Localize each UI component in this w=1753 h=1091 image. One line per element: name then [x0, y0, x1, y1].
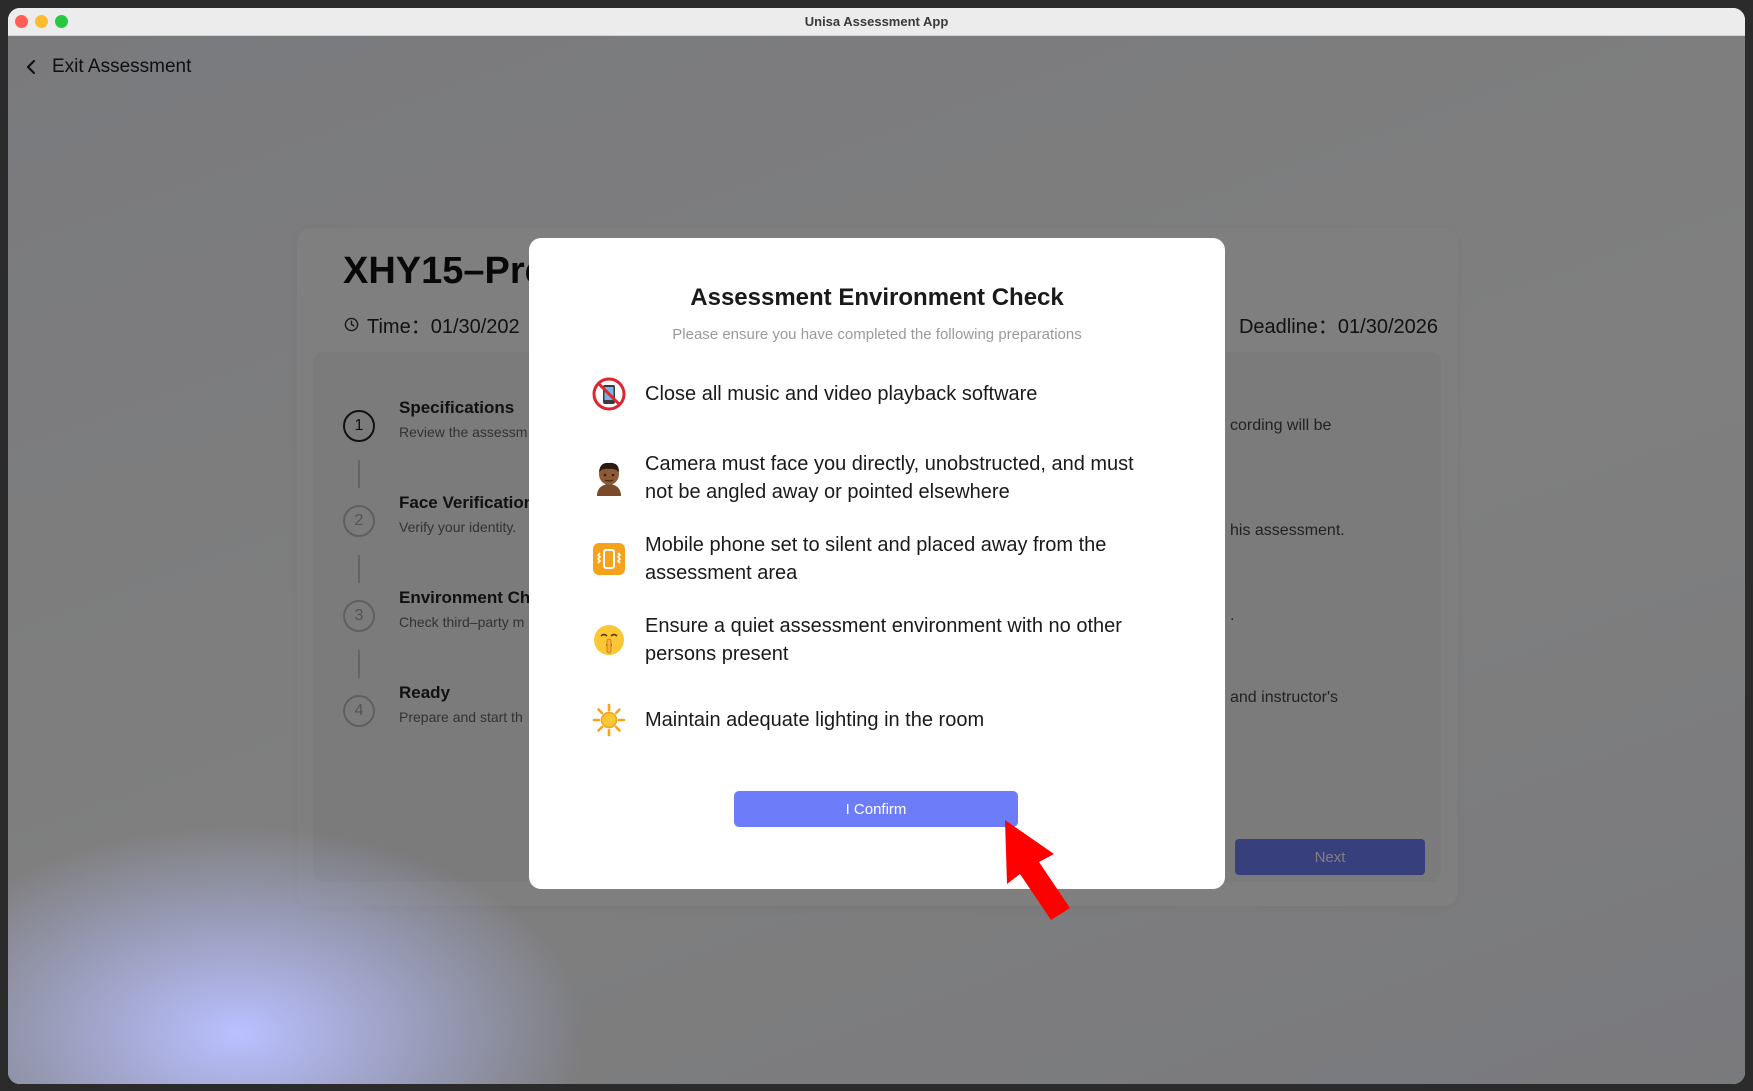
window-title: Unisa Assessment App	[804, 14, 949, 29]
checklist-item-text: Camera must face you directly, unobstruc…	[645, 453, 1134, 503]
no-phone-icon	[591, 376, 627, 412]
title-bar: Unisa Assessment App	[8, 8, 1745, 36]
checklist-item: Maintain adequate lighting in the room	[591, 702, 1155, 738]
dialog-title: Assessment Environment Check	[690, 284, 1064, 311]
environment-check-dialog: Assessment Environment Check Please ensu…	[529, 238, 1225, 889]
checklist-item: Close all music and video playback softw…	[591, 376, 1155, 412]
checklist-item: Camera must face you directly, unobstruc…	[591, 450, 1155, 506]
dialog-subtitle: Please ensure you have completed the fol…	[672, 326, 1082, 343]
vibrate-mode-icon	[591, 541, 627, 577]
pointer-arrow-icon	[1005, 820, 1070, 920]
checklist-item-text: Mobile phone set to silent and placed aw…	[645, 534, 1107, 584]
sun-icon	[591, 702, 627, 738]
confirm-button[interactable]: I Confirm	[734, 791, 1018, 827]
checklist-item-text: Close all music and video playback softw…	[645, 383, 1038, 405]
checklist-item-text: Maintain adequate lighting in the room	[645, 709, 985, 731]
person-icon	[591, 460, 627, 496]
checklist-item: Ensure a quiet assessment environment wi…	[591, 612, 1155, 668]
app-window: Unisa Assessment App Exit Assessment XHY…	[8, 8, 1745, 1084]
shushing-face-icon	[591, 622, 627, 658]
checklist-item: Mobile phone set to silent and placed aw…	[591, 531, 1155, 587]
checklist-item-text: Ensure a quiet assessment environment wi…	[645, 615, 1122, 665]
